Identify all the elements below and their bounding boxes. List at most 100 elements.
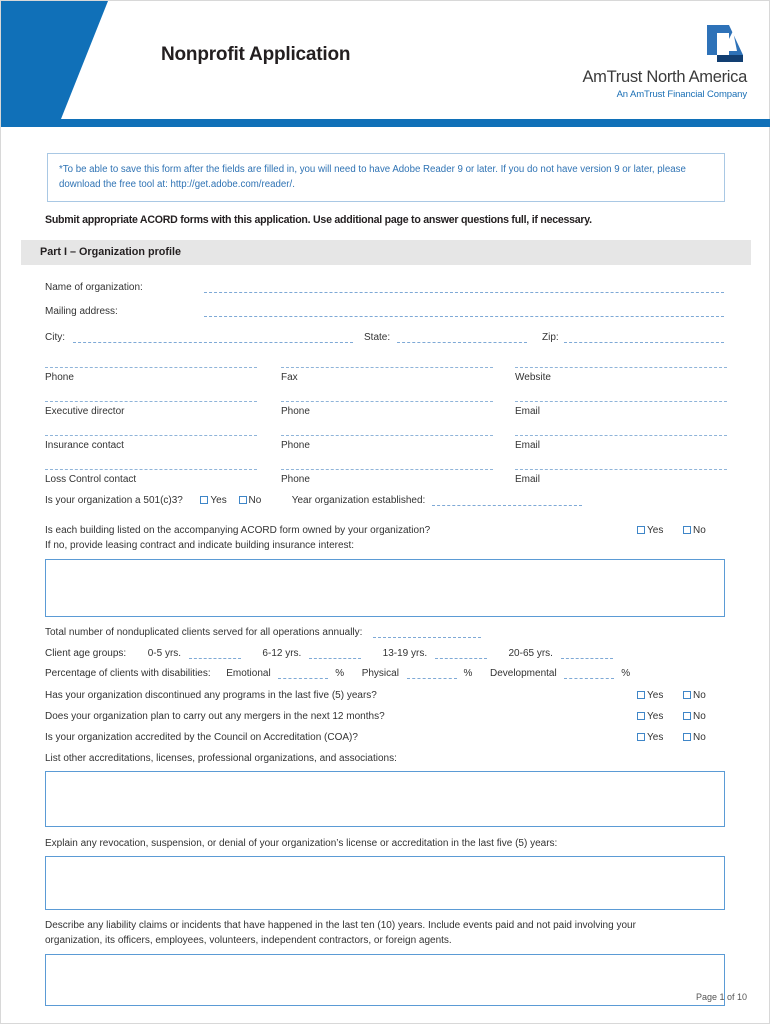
fill-line[interactable] <box>45 367 257 368</box>
field-label-total-clients: Total number of nonduplicated clients se… <box>45 627 363 638</box>
fill-line[interactable] <box>515 469 727 470</box>
age-group-label-20-65: 20-65 yrs. <box>508 648 553 659</box>
checkbox-501c3-no[interactable] <box>238 496 247 504</box>
checkbox-label-no: No <box>693 711 706 722</box>
field-input-emotional-percent[interactable] <box>278 669 329 679</box>
checkbox-building-no-group: No <box>683 525 715 536</box>
field-input-zip[interactable] <box>564 332 724 343</box>
checkbox-mergers-yes[interactable] <box>637 712 645 720</box>
field-loss-control-phone[interactable]: Phone <box>281 469 493 485</box>
page-footer: Page 1 of 10 <box>695 992 747 1002</box>
field-insurance-contact-email[interactable]: Email <box>515 435 727 451</box>
question-label: Does your organization plan to carry out… <box>45 711 385 722</box>
fill-line[interactable] <box>397 333 527 343</box>
fill-line[interactable] <box>281 401 493 402</box>
field-fax-main[interactable]: Fax <box>281 367 493 383</box>
field-input-age-6-12[interactable] <box>309 649 362 659</box>
question-building-subnote: If no, provide leasing contract and indi… <box>45 540 727 551</box>
field-input-developmental-percent[interactable] <box>564 669 615 679</box>
prompt-revocation: Explain any revocation, suspension, or d… <box>45 838 727 849</box>
field-label-disabilities: Percentage of clients with disabilities: <box>45 668 211 679</box>
field-label: Fax <box>281 372 298 383</box>
field-label: Phone <box>281 474 310 485</box>
field-input-age-20-65[interactable] <box>560 649 613 659</box>
fill-line[interactable] <box>45 469 257 470</box>
field-input-name-of-organization[interactable] <box>204 282 724 293</box>
field-loss-control-contact[interactable]: Loss Control contact <box>45 469 257 485</box>
field-input-total-clients[interactable] <box>373 628 482 638</box>
field-executive-director-phone[interactable]: Phone <box>281 401 493 417</box>
field-label-name-of-organization: Name of organization: <box>45 282 143 293</box>
field-row-name-of-organization: Name of organization: <box>45 282 143 293</box>
checkbox-label-no: No <box>693 525 706 536</box>
question-501c3-label: Is your organization a 501(c)3? <box>45 495 183 506</box>
field-executive-director-email[interactable]: Email <box>515 401 727 417</box>
checkbox-coa-yes[interactable] <box>637 733 645 741</box>
fill-line[interactable] <box>515 401 727 402</box>
checkbox-discontinued-yes[interactable] <box>637 691 645 699</box>
question-building-owned-label: Is each building listed on the accompany… <box>45 525 431 536</box>
field-phone-main[interactable]: Phone <box>45 367 257 383</box>
question-building-owned: Is each building listed on the accompany… <box>45 525 727 536</box>
checkbox-building-no[interactable] <box>683 526 691 534</box>
field-insurance-contact-phone[interactable]: Phone <box>281 435 493 451</box>
fill-line[interactable] <box>281 367 493 368</box>
field-input-age-0-5[interactable] <box>188 649 241 659</box>
field-website[interactable]: Website <box>515 367 727 383</box>
textarea-revocation[interactable] <box>45 856 725 910</box>
prompt-label: organization, its officers, employees, v… <box>45 935 452 946</box>
fill-line[interactable] <box>45 435 257 436</box>
field-executive-director[interactable]: Executive director <box>45 401 257 417</box>
prompt-label: Explain any revocation, suspension, or d… <box>45 838 558 849</box>
field-input-year-established[interactable] <box>432 496 583 506</box>
textarea-building-leasing-contract[interactable] <box>45 559 725 617</box>
question-label: Is your organization accredited by the C… <box>45 732 358 743</box>
checkbox-building-yes[interactable] <box>637 526 645 534</box>
field-label-mailing-address: Mailing address: <box>45 306 118 317</box>
field-row-client-age-groups: Client age groups: 0-5 yrs. 6-12 yrs. 13… <box>45 648 613 659</box>
prompt-liability-line-1: Describe any liability claims or inciden… <box>45 920 727 931</box>
section-banner-label: Part I – Organization profile <box>40 246 181 258</box>
checkbox-label-yes: Yes <box>647 732 664 743</box>
field-row-disability-percentages: Percentage of clients with disabilities:… <box>45 668 630 679</box>
checkbox-coa-no[interactable] <box>683 733 691 741</box>
checkbox-501c3-yes[interactable] <box>200 496 209 504</box>
checkbox-coa-no-group: No <box>683 732 715 743</box>
field-label: Phone <box>281 406 310 417</box>
question-mergers: Does your organization plan to carry out… <box>45 711 727 722</box>
field-input-state[interactable] <box>397 332 527 343</box>
checkbox-discontinued-no[interactable] <box>683 691 691 699</box>
field-input-city[interactable] <box>73 332 353 343</box>
percent-sign-emotional: % <box>335 668 345 679</box>
question-building-subnote-label: If no, provide leasing contract and indi… <box>45 540 355 551</box>
textarea-other-accreditations[interactable] <box>45 771 725 827</box>
checkbox-discontinued-no-group: No <box>683 690 715 701</box>
prompt-label: Describe any liability claims or inciden… <box>45 920 636 931</box>
fill-line[interactable] <box>45 401 257 402</box>
checkbox-label-no: No <box>693 732 706 743</box>
fill-line[interactable] <box>281 435 493 436</box>
checkbox-mergers-no[interactable] <box>683 712 691 720</box>
checkbox-mergers-no-group: No <box>683 711 715 722</box>
fill-line[interactable] <box>73 333 353 343</box>
fill-line[interactable] <box>204 307 724 317</box>
checkbox-label-no: No <box>693 690 706 701</box>
fill-line[interactable] <box>564 333 724 343</box>
fill-line[interactable] <box>515 435 727 436</box>
field-input-age-13-19[interactable] <box>434 649 487 659</box>
adobe-reader-notice: *To be able to save this form after the … <box>47 153 725 203</box>
field-loss-control-email[interactable]: Email <box>515 469 727 485</box>
fill-line[interactable] <box>204 283 724 293</box>
field-input-physical-percent[interactable] <box>406 669 457 679</box>
field-input-mailing-address[interactable] <box>204 306 724 317</box>
fill-line[interactable] <box>281 469 493 470</box>
contact-grid-row: Phone Fax Website <box>45 367 727 401</box>
question-label: Has your organization discontinued any p… <box>45 690 377 701</box>
contact-grid-row: Executive director Phone Email <box>45 401 727 435</box>
checkbox-label-yes: Yes <box>647 690 664 701</box>
checkbox-label-no: No <box>248 495 262 506</box>
field-insurance-contact[interactable]: Insurance contact <box>45 435 257 451</box>
fill-line[interactable] <box>515 367 727 368</box>
textarea-liability-claims[interactable] <box>45 954 725 1006</box>
field-label: Loss Control contact <box>45 474 137 485</box>
